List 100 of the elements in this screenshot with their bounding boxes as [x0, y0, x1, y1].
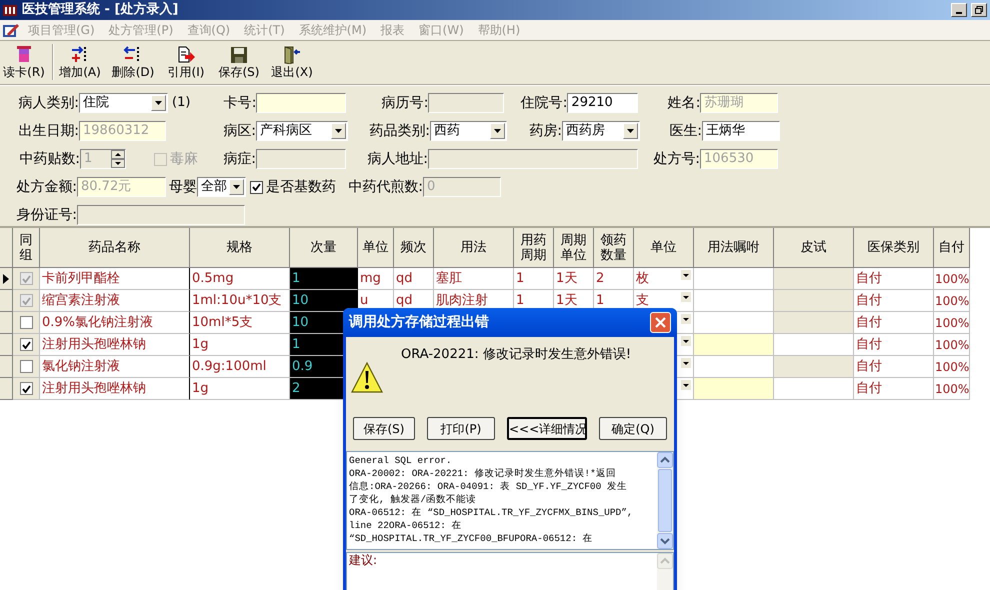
column-header: 用法	[434, 228, 514, 268]
minimize-button[interactable]	[951, 3, 967, 17]
table-cell: 自付	[854, 312, 934, 334]
table-cell: 0.9g:100ml	[190, 356, 290, 378]
toolbar-button[interactable]: 引用(I)	[164, 44, 208, 82]
checkbox[interactable]	[250, 180, 263, 194]
table-cell: 0.5mg	[190, 268, 290, 290]
table-cell: qd	[394, 268, 434, 290]
text-line: ORA-20002: ORA-20221: 修改记录时发生意外错误!*返回	[349, 467, 617, 480]
field-label: 身份证号:	[15, 206, 77, 224]
checkbox-label: 是否基数药	[266, 178, 336, 196]
table-cell: 100%	[934, 356, 970, 378]
restore-icon[interactable]	[975, 6, 983, 14]
checkbox[interactable]	[20, 382, 32, 395]
text-line: 信息:ORA-20266: ORA-04091: 表 SD_YF.YF_ZYCF00 发生	[349, 480, 628, 493]
table-cell: 自付	[854, 334, 934, 356]
checkbox-cell[interactable]	[13, 268, 40, 290]
suggestion-text-area[interactable]: 建议:	[346, 552, 674, 590]
text-line: 了变化, 触发器/函数不能读	[349, 493, 478, 506]
suggestion-label: 建议:	[348, 553, 378, 569]
column-header: 频次	[394, 228, 434, 268]
table-cell: 100%	[934, 268, 970, 290]
field-label: 处方金额:	[15, 178, 77, 196]
checkbox[interactable]	[20, 360, 32, 373]
input-field[interactable]: 29210	[567, 93, 638, 113]
column-header: 单位	[358, 228, 394, 268]
table-cell: 1	[514, 268, 554, 290]
text-line: line 22ORA-06512: 在	[349, 519, 463, 532]
column-header: 皮试	[774, 228, 854, 268]
table-cell: 卡前列甲酯栓	[40, 268, 190, 290]
cell-text: 支	[636, 292, 650, 310]
field-label: 卡号:	[222, 94, 256, 112]
door-icon	[282, 45, 302, 64]
table-cell: 缩宫素注射液	[40, 290, 190, 312]
table-cell: 100%	[934, 378, 970, 400]
field-label: 病区:	[222, 122, 256, 140]
field-label: 药品类别:	[368, 122, 430, 140]
table-cell: 1天	[554, 268, 594, 290]
close-icon	[655, 317, 666, 328]
dialog-button[interactable]: 确定(Q)	[599, 417, 667, 440]
checkbox-cell[interactable]	[13, 334, 40, 356]
checkbox-cell[interactable]	[13, 290, 40, 312]
table-cell: 氯化钠注射液	[40, 356, 190, 378]
toolbar-button[interactable]: 退出(X)	[270, 44, 314, 82]
table-cell: 100%	[934, 334, 970, 356]
dropdown[interactable]: 西药房	[562, 121, 640, 141]
checkbox-cell[interactable]	[13, 312, 40, 334]
toolbar-button[interactable]: 增加(A)	[58, 44, 102, 82]
checkbox[interactable]	[20, 338, 32, 351]
row-pointer-icon	[3, 274, 9, 284]
field-label: 医生:	[668, 122, 702, 140]
close-button[interactable]	[650, 312, 671, 333]
dropdown[interactable]: 产科病区	[256, 121, 348, 141]
table-cell: 1g	[190, 378, 290, 400]
save-icon	[229, 45, 249, 64]
toolbar-button[interactable]: 删除(D)	[111, 44, 155, 82]
table-cell: 注射用头孢唑林钠	[40, 334, 190, 356]
table-cell: 1	[290, 268, 358, 290]
checkbox-cell[interactable]	[13, 378, 40, 400]
column-header: 自付	[934, 228, 970, 268]
dialog-button[interactable]: 打印(P)	[427, 417, 495, 440]
scrollbar-thumb[interactable]	[658, 469, 672, 532]
toolbar-button[interactable]: 读卡(R)	[2, 44, 46, 82]
table-cell: 2	[594, 268, 634, 290]
field-label: 母婴	[168, 178, 197, 196]
field-label: 病症:	[222, 150, 256, 168]
dropdown[interactable]: 住院	[79, 93, 168, 113]
dropdown[interactable]: 全部	[197, 177, 246, 197]
table-cell: 自付	[854, 290, 934, 312]
table-cell: 1ml:10u*10支	[190, 290, 290, 312]
scrollbar[interactable]	[657, 452, 673, 549]
table-cell: 100%	[934, 290, 970, 312]
field-label: 病人类别:	[17, 94, 79, 112]
text-line: ORA-06512: 在 “SD_HOSPITAL.TR_YF_ZYCFMX_BINS_UPD”,	[349, 506, 634, 519]
table-cell: 自付	[854, 378, 934, 400]
table-cell: 10	[290, 290, 358, 312]
input-field[interactable]: 王炳华	[702, 121, 780, 141]
scroll-up-icon[interactable]	[657, 452, 673, 468]
field-label: 中药代煎数:	[347, 178, 423, 196]
input-field[interactable]	[256, 93, 346, 113]
column-header: 医保类别	[854, 228, 934, 268]
toolbar-button[interactable]: 保存(S)	[217, 44, 261, 82]
table-cell: 注射用头孢唑林钠	[40, 378, 190, 400]
column-header: 周期单位	[554, 228, 594, 268]
scroll-down-icon[interactable]	[657, 533, 673, 549]
column-header: 同组	[13, 228, 40, 268]
dialog-button[interactable]: 保存(S)	[353, 417, 415, 440]
detail-text-area[interactable]	[346, 451, 674, 550]
field-label: 处方号:	[652, 150, 700, 168]
table-cell: 塞肛	[434, 268, 514, 290]
table-cell: 自付	[854, 356, 934, 378]
column-header: 用法嘱咐	[694, 228, 774, 268]
field-label: 病人地址:	[366, 150, 428, 168]
field-label: 住院号:	[520, 94, 568, 112]
checkbox-cell[interactable]	[13, 356, 40, 378]
checkbox[interactable]	[20, 316, 32, 329]
window-title: 医技管理系统 - [处方录入]	[22, 0, 178, 20]
dropdown[interactable]: 西药	[430, 121, 507, 141]
restore-button[interactable]	[971, 3, 987, 17]
table-cell: 1g	[190, 334, 290, 356]
